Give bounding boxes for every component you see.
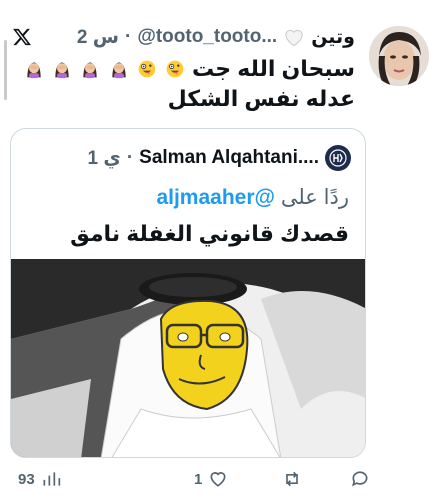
separator-dot: · xyxy=(124,26,132,47)
like-button[interactable]: 1 xyxy=(194,469,228,489)
woman-facepalming-emoji-icon xyxy=(27,62,41,79)
woman-facepalming-emoji-icon xyxy=(55,62,70,79)
reply-mention-link[interactable]: @aljmaaher xyxy=(156,186,275,209)
woman-facepalming-emoji-icon xyxy=(111,62,126,79)
reply-bubble-icon xyxy=(352,471,368,487)
tweet-text: سبحان الله جت عدله نفس الشكل xyxy=(15,54,355,114)
zany-face-emoji-icon xyxy=(138,60,156,78)
quoted-timestamp[interactable]: 1 ي xyxy=(88,147,121,170)
white-heart-icon xyxy=(285,29,303,47)
cartoon-man-image xyxy=(11,259,365,457)
retweet-button[interactable] xyxy=(276,469,302,489)
reply-button[interactable] xyxy=(344,469,370,489)
tweet-line-2: عدله نفس الشكل xyxy=(167,86,355,111)
quoted-display-name[interactable]: Salman Alqahtani.... xyxy=(139,147,319,169)
quoted-avatar[interactable] xyxy=(325,145,351,171)
views-count: 93 xyxy=(18,470,35,488)
scrollbar[interactable] xyxy=(4,40,7,100)
tweet-actions-bar: 93 1 xyxy=(0,462,441,496)
x-logo-icon[interactable] xyxy=(12,26,32,48)
heart-outline-icon xyxy=(210,472,226,487)
likes-count: 1 xyxy=(194,470,203,488)
user-handle[interactable]: @tooto_tooto... xyxy=(137,26,277,48)
display-name[interactable]: وتين xyxy=(311,26,355,49)
retweet-icon xyxy=(286,471,298,487)
quoted-tweet-header: 1 ي · Salman Alqahtani.... xyxy=(25,145,351,171)
quoted-media-image[interactable] xyxy=(11,259,365,457)
quoted-avatar-logo-icon xyxy=(329,149,347,167)
tweet-line-1: سبحان الله جت xyxy=(15,54,355,84)
avatar[interactable] xyxy=(369,26,429,86)
reply-prefix: ردًا على xyxy=(280,186,349,209)
timestamp[interactable]: 2 س xyxy=(77,26,119,49)
quoted-tweet[interactable]: 1 ي · Salman Alqahtani.... ردًا على @alj… xyxy=(10,128,366,458)
views-chart-icon xyxy=(43,472,60,486)
separator-dot: · xyxy=(126,147,134,168)
avatar-image xyxy=(369,26,429,86)
quoted-tweet-text: قصدك قانوني الغفلة نامق xyxy=(70,221,349,246)
tweet-text-prefix: سبحان الله جت xyxy=(191,56,355,81)
tweet-header: 2 س · @tooto_tooto... وتين xyxy=(44,24,355,50)
views-button[interactable]: 93 xyxy=(18,469,61,489)
reply-context: ردًا على @aljmaaher xyxy=(156,185,349,210)
woman-facepalming-emoji-icon xyxy=(83,62,98,79)
zany-face-emoji-icon xyxy=(166,60,184,78)
